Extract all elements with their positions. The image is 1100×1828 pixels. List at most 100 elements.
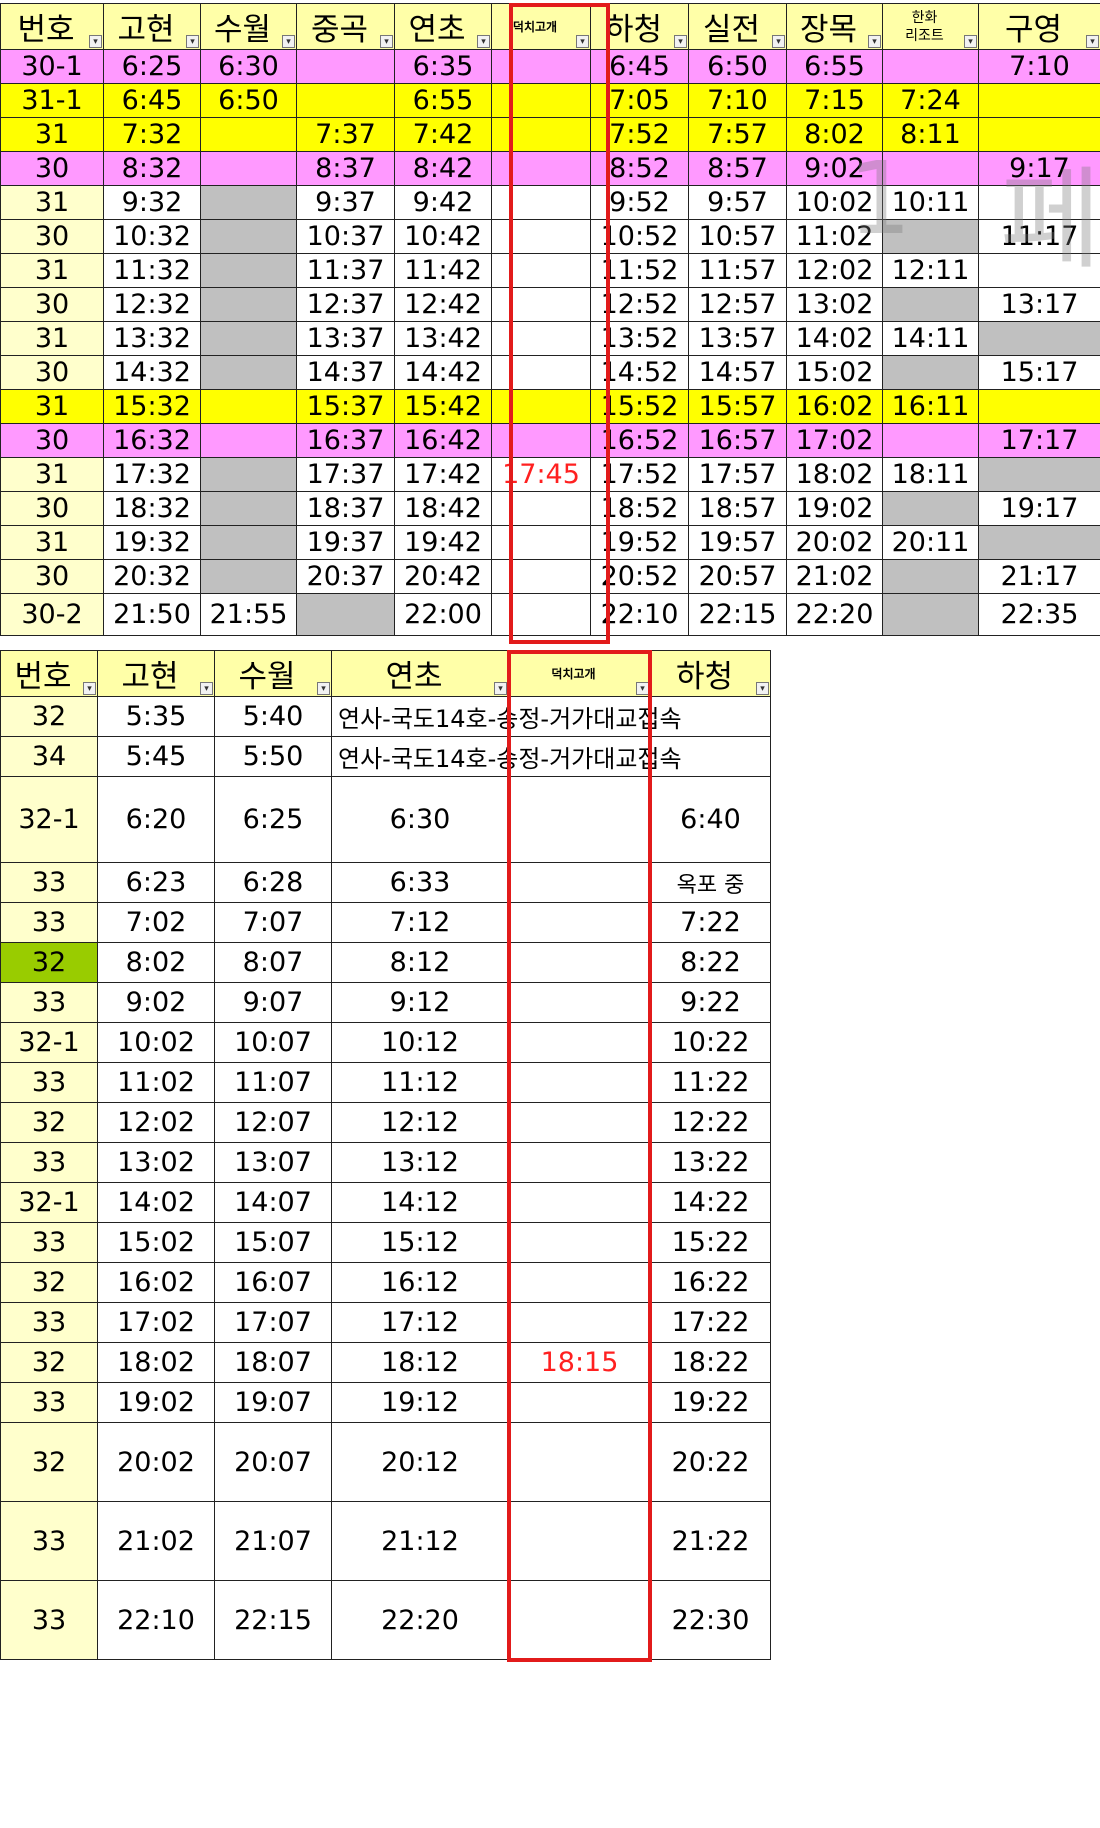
route-number-cell: 32 — [0, 1102, 98, 1143]
time-cell: 7:10 — [688, 83, 787, 118]
filter-dropdown-icon[interactable]: ▾ — [964, 35, 977, 48]
filter-dropdown-icon[interactable]: ▾ — [83, 682, 96, 695]
time-cell — [491, 355, 591, 390]
time-cell — [491, 117, 591, 152]
time-cell: 7:57 — [688, 117, 787, 152]
route-number-cell: 30 — [0, 423, 104, 458]
route-number-cell: 30 — [0, 219, 104, 254]
table-row: 31 9:32 9:37 9:42 9:52 9:57 10:02 10:11 — [0, 185, 1100, 220]
time-cell: 6:55 — [786, 49, 883, 84]
time-cell: 6:33 — [331, 862, 509, 903]
route-number-cell: 31 — [0, 185, 104, 220]
time-cell: 16:37 — [296, 423, 395, 458]
time-cell: 15:02 — [786, 355, 883, 390]
column-header-label: 연초 — [408, 12, 466, 48]
time-cell — [491, 559, 591, 594]
time-cell: 22:30 — [650, 1580, 771, 1660]
route-number-cell: 31 — [0, 321, 104, 356]
time-cell: 14:12 — [331, 1182, 509, 1223]
filter-dropdown-icon[interactable]: ▾ — [477, 35, 490, 48]
filter-dropdown-icon[interactable]: ▾ — [282, 35, 295, 48]
time-cell: 17:42 — [394, 457, 492, 492]
table-row: 34 5:45 5:50 연사-국도14호-송정-거가대교접속 — [0, 736, 771, 777]
time-cell: 17:22 — [650, 1302, 771, 1343]
filter-dropdown-icon[interactable]: ▾ — [772, 35, 785, 48]
time-cell: 16:42 — [394, 423, 492, 458]
column-header-label: 덕치고개 — [551, 667, 596, 681]
time-cell: 16:22 — [650, 1262, 771, 1303]
time-cell: 16:57 — [688, 423, 787, 458]
time-cell: 19:37 — [296, 525, 395, 560]
time-cell — [508, 1022, 651, 1063]
filter-dropdown-icon[interactable]: ▾ — [868, 35, 881, 48]
filter-dropdown-icon[interactable]: ▾ — [756, 682, 769, 695]
time-cell: 22:20 — [786, 593, 883, 636]
filter-dropdown-icon[interactable]: ▾ — [576, 35, 589, 48]
time-cell: 11:32 — [103, 253, 201, 288]
time-cell: 13:02 — [786, 287, 883, 322]
time-cell: 13:22 — [650, 1142, 771, 1183]
table-row: 32 5:35 5:40 연사-국도14호-송정-거가대교접속 — [0, 696, 771, 737]
time-cell — [508, 1302, 651, 1343]
route-number-cell: 32-1 — [0, 1182, 98, 1223]
column-header-4: 연초 ▾ — [394, 3, 492, 50]
time-cell: 20:07 — [214, 1422, 332, 1502]
table-row: 30 14:32 14:37 14:42 14:52 14:57 15:02 15:17 — [0, 355, 1100, 390]
time-cell: 10:11 — [882, 185, 979, 220]
time-cell: 18:52 — [590, 491, 689, 526]
route-number-cell: 31 — [0, 457, 104, 492]
table-row: 32 18:02 18:07 18:12 18:15 18:22 — [0, 1342, 771, 1383]
time-cell: 6:55 — [394, 83, 492, 118]
route-number-cell: 33 — [0, 902, 98, 943]
time-cell: 7:10 — [978, 49, 1100, 84]
column-header-label: 구영 — [1004, 12, 1063, 48]
table-row: 30-2 21:50 21:55 22:00 22:10 22:15 22:20 22:35 — [0, 593, 1100, 636]
time-cell — [491, 151, 591, 186]
time-cell — [882, 287, 979, 322]
filter-dropdown-icon[interactable]: ▾ — [1086, 35, 1099, 48]
time-cell — [491, 253, 591, 288]
time-cell: 6:40 — [650, 776, 771, 863]
route-number-cell: 32 — [0, 1342, 98, 1383]
time-cell: 20:52 — [590, 559, 689, 594]
filter-dropdown-icon[interactable]: ▾ — [89, 35, 102, 48]
time-cell: 19:22 — [650, 1382, 771, 1423]
column-header-label: 실전 — [702, 12, 761, 48]
time-cell — [978, 457, 1100, 492]
filter-dropdown-icon[interactable]: ▾ — [186, 35, 199, 48]
time-cell: 18:02 — [786, 457, 883, 492]
time-cell: 13:12 — [331, 1142, 509, 1183]
time-cell — [296, 83, 395, 118]
column-header-label: 하청 — [675, 659, 734, 695]
filter-dropdown-icon[interactable]: ▾ — [636, 682, 649, 695]
table-row: 33 15:02 15:07 15:12 15:22 — [0, 1222, 771, 1263]
time-cell: 9:17 — [978, 151, 1100, 186]
time-cell: 8:22 — [650, 942, 771, 983]
time-cell — [978, 389, 1100, 424]
time-cell — [200, 151, 297, 186]
time-cell — [296, 49, 395, 84]
time-cell: 15:22 — [650, 1222, 771, 1263]
time-cell: 13:17 — [978, 287, 1100, 322]
filter-dropdown-icon[interactable]: ▾ — [200, 682, 213, 695]
time-cell: 14:07 — [214, 1182, 332, 1223]
time-cell: 16:32 — [103, 423, 201, 458]
time-cell — [978, 321, 1100, 356]
time-cell — [296, 593, 395, 636]
filter-dropdown-icon[interactable]: ▾ — [380, 35, 393, 48]
route-number-cell: 33 — [0, 1062, 98, 1103]
time-cell: 17:57 — [688, 457, 787, 492]
filter-dropdown-icon[interactable]: ▾ — [674, 35, 687, 48]
column-header-label: 한화 리조트 — [905, 9, 944, 44]
time-cell: 10:07 — [214, 1022, 332, 1063]
filter-dropdown-icon[interactable]: ▾ — [317, 682, 330, 695]
time-cell: 16:02 — [97, 1262, 215, 1303]
time-cell: 7:15 — [786, 83, 883, 118]
time-cell — [491, 185, 591, 220]
time-cell: 14:42 — [394, 355, 492, 390]
time-cell: 21:02 — [97, 1501, 215, 1581]
time-cell: 11:12 — [331, 1062, 509, 1103]
filter-dropdown-icon[interactable]: ▾ — [494, 682, 507, 695]
time-cell: 6:23 — [97, 862, 215, 903]
time-cell: 22:35 — [978, 593, 1100, 636]
